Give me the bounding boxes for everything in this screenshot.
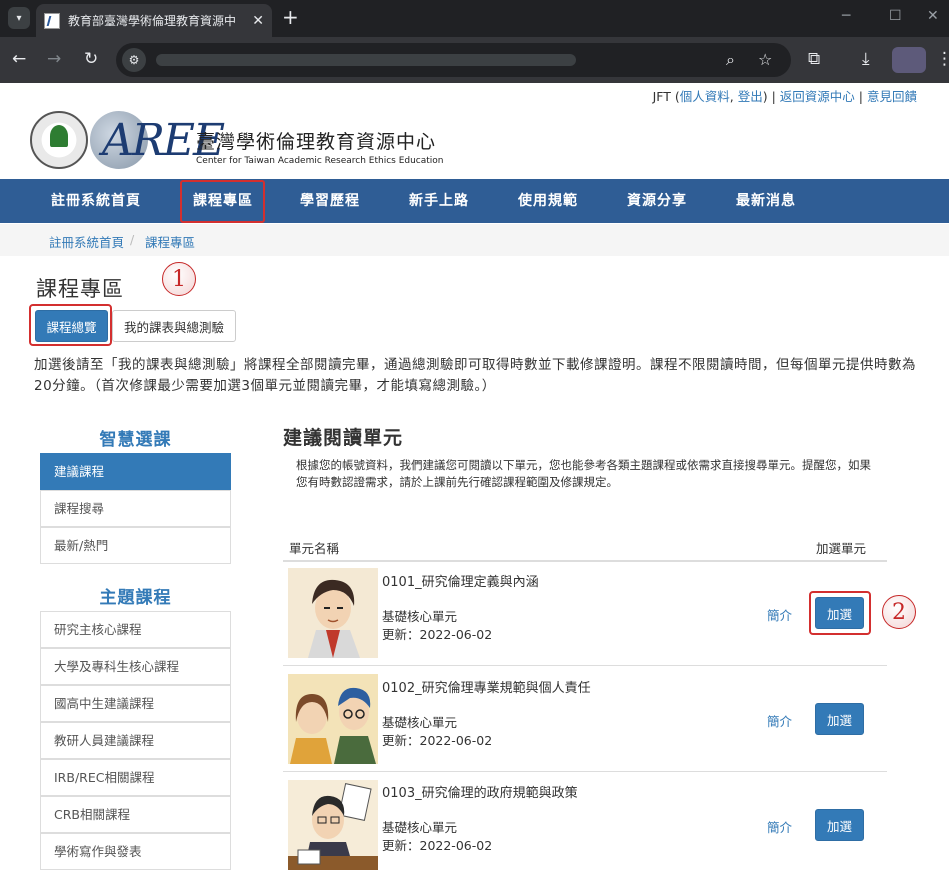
logo-english-title: Center for Taiwan Academic Research Ethi… [196,156,444,166]
step-marker-1: 1 [162,262,196,296]
maximize-icon[interactable]: ☐ [889,8,902,24]
back-to-resource-link[interactable]: 返回資源中心 [780,89,855,104]
sidebar-item-recommended[interactable]: 建議課程 [40,453,231,490]
user-bar: JFT (個人資料, 登出) | 返回資源中心 | 意見回饋 [652,89,917,104]
section-title: 建議閱讀單元 [283,427,404,449]
course-type: 基礎核心單元 [382,609,458,624]
logo-chinese-title: 臺灣學術倫理教育資源中心 [196,131,437,153]
tab-title: 教育部臺灣學術倫理教育資源中 [67,14,236,28]
page-title: 課程專區 [36,277,124,301]
feedback-link[interactable]: 意見回饋 [867,89,917,104]
sidebar-item-topic[interactable]: 教研人員建議課程 [40,722,231,759]
course-updated: 更新：2022-06-02 [382,627,493,642]
course-thumbnail [288,674,378,764]
profile-link[interactable]: 個人資料 [680,89,730,104]
course-updated: 更新：2022-06-02 [382,733,493,748]
browser-tabstrip: ▾ 教育部臺灣學術倫理教育資源中 ✕ + ─ ☐ ✕ [0,0,949,37]
forward-arrow-icon[interactable]: → [47,49,61,69]
nav-latest-news[interactable]: 最新消息 [736,179,796,223]
table-header-divider [283,560,887,562]
tab-my-courses-and-test[interactable]: 我的課表與總測驗 [112,310,236,342]
download-icon[interactable]: ⤓ [862,49,870,69]
sidebar-item-topic[interactable]: 大學及專科生核心課程 [40,648,231,685]
column-header-name: 單元名稱 [289,541,340,556]
intro-text: 加選後請至「我的課表與總測驗」將課程全部閱讀完畢，通過總測驗即可取得時數並下載修… [34,357,916,394]
profile-avatar[interactable] [892,47,926,73]
tab-search-button[interactable]: ▾ [8,7,30,29]
add-course-button[interactable]: 加選 [815,597,864,629]
course-name[interactable]: 0103_研究倫理的政府規範與政策 [382,782,578,801]
sidebar-item-search[interactable]: 課程搜尋 [40,490,231,527]
reload-icon[interactable]: ↻ [84,49,98,69]
course-updated: 更新：2022-06-02 [382,838,493,853]
sidebar-item-latest-popular[interactable]: 最新/熱門 [40,527,231,564]
extensions-icon[interactable]: ⧉ [808,49,820,69]
logout-link[interactable]: 登出 [738,89,763,104]
nav-resource-sharing[interactable]: 資源分享 [627,179,687,223]
course-name[interactable]: 0101_研究倫理定義與內涵 [382,571,539,590]
section-description: 根據您的帳號資料，我們建議您可閱讀以下單元，您也能參考各類主題課程或依需求直接搜… [296,458,871,489]
close-window-icon[interactable]: ✕ [927,8,939,24]
course-thumbnail [288,568,378,658]
step-marker-2: 2 [882,595,916,629]
nav-learning-history[interactable]: 學習歷程 [300,179,360,223]
course-thumbnail [288,780,378,870]
nav-getting-started[interactable]: 新手上路 [409,179,469,223]
site-info-icon[interactable]: ⚙ [122,48,146,72]
breadcrumb: 註冊系統首頁 / 課程專區 [0,224,949,256]
tab-close-button[interactable]: ✕ [252,13,264,29]
bookmark-star-icon[interactable]: ☆ [758,50,772,69]
browser-tab[interactable]: 教育部臺灣學術倫理教育資源中 ✕ [36,4,272,37]
course-intro-link[interactable]: 簡介 [767,711,792,730]
browser-toolbar: ← → ↻ ⚙ ⌕ ☆ ⧉ ⤓ ⋮ [0,37,949,83]
nav-home[interactable]: 註冊系統首頁 [51,179,141,223]
site-logo[interactable]: AREE 臺灣學術倫理教育資源中心 Center for Taiwan Acad… [30,109,444,171]
browser-menu-icon[interactable]: ⋮ [936,49,949,69]
topic-courses-heading: 主題課程 [99,588,172,608]
highlight-box-nav [180,180,265,223]
site-favicon-icon [44,12,60,29]
main-navigation: 註冊系統首頁 課程專區 學習歷程 新手上路 使用規範 資源分享 最新消息 [0,179,949,223]
breadcrumb-home[interactable]: 註冊系統首頁 [49,232,124,251]
url-text-redacted [156,54,576,66]
breadcrumb-separator: / [130,232,135,247]
breadcrumb-current[interactable]: 課程專區 [145,232,195,251]
back-arrow-icon[interactable]: ← [12,49,26,69]
user-name: JFT [652,89,671,104]
ministry-seal-logo [30,111,88,169]
row-divider [283,771,887,772]
sidebar-item-topic[interactable]: IRB/REC相關課程 [40,759,231,796]
add-course-button[interactable]: 加選 [815,703,864,735]
course-intro-link[interactable]: 簡介 [767,817,792,836]
new-tab-button[interactable]: + [282,5,299,29]
tab-course-overview[interactable]: 課程總覽 [35,310,108,342]
row-divider [283,665,887,666]
address-bar[interactable]: ⚙ ⌕ ☆ [116,43,791,77]
sidebar-item-topic[interactable]: 研究主核心課程 [40,611,231,648]
sidebar-item-topic[interactable]: 學術寫作與發表 [40,833,231,870]
course-type: 基礎核心單元 [382,820,458,835]
nav-usage-rules[interactable]: 使用規範 [518,179,578,223]
course-type: 基礎核心單元 [382,715,458,730]
sidebar-item-topic[interactable]: 國高中生建議課程 [40,685,231,722]
course-intro-link[interactable]: 簡介 [767,605,792,624]
smart-selection-heading: 智慧選課 [99,430,172,450]
column-header-add: 加選單元 [816,541,867,556]
course-name[interactable]: 0102_研究倫理專業規範與個人責任 [382,677,591,696]
add-course-button[interactable]: 加選 [815,809,864,841]
zoom-icon[interactable]: ⌕ [726,50,735,70]
sidebar-item-topic[interactable]: CRB相關課程 [40,796,231,833]
minimize-icon[interactable]: ─ [842,8,850,24]
